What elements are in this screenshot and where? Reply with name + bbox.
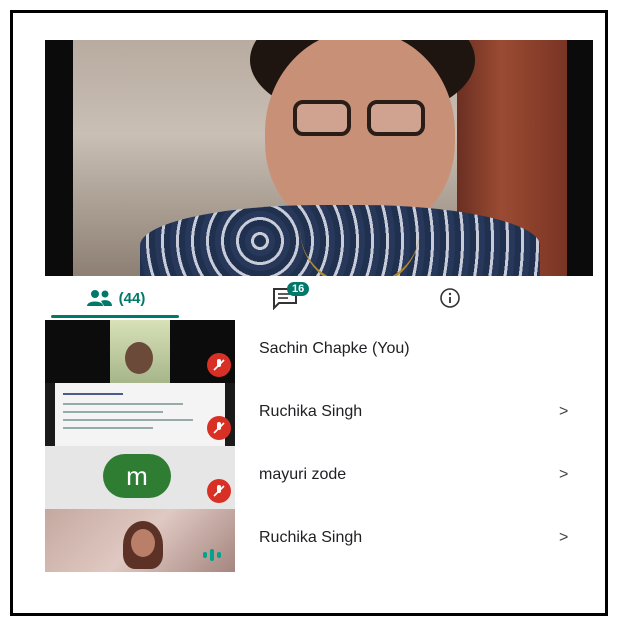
participant-video-thumbnail <box>45 509 235 572</box>
participant-name: Ruchika Singh <box>259 403 363 420</box>
audio-level-icon <box>199 548 225 562</box>
participant-name: Sachin Chapke (You) <box>259 340 410 357</box>
active-tab-indicator <box>51 315 179 318</box>
tab-info[interactable] <box>420 276 480 320</box>
tab-people[interactable]: (44) <box>45 276 185 320</box>
mic-off-icon <box>207 479 231 503</box>
mic-off-icon <box>207 416 231 440</box>
mic-off-icon <box>207 353 231 377</box>
chat-unread-badge: 16 <box>287 282 310 296</box>
main-video[interactable] <box>45 40 593 276</box>
participant-name: mayuri zode <box>259 466 347 483</box>
participant-video-thumbnail <box>45 320 235 383</box>
chevron-right-icon[interactable]: > <box>559 529 568 547</box>
participant-row[interactable]: Ruchika Singh > <box>45 383 593 446</box>
chevron-right-icon[interactable]: > <box>559 403 568 421</box>
chevron-right-icon[interactable]: > <box>559 466 568 484</box>
participant-name: Ruchika Singh <box>259 529 363 546</box>
participant-avatar-thumbnail: m <box>45 446 235 509</box>
letterbox-bars <box>45 40 593 276</box>
participant-list: Sachin Chapke (You) Ruchika Singh > m ma… <box>45 320 593 572</box>
tab-chat[interactable]: 16 <box>245 276 325 320</box>
participant-row[interactable]: Ruchika Singh > <box>45 509 593 572</box>
participant-screen-thumbnail <box>45 383 235 446</box>
info-icon <box>440 288 460 308</box>
people-icon <box>86 290 112 306</box>
participant-row[interactable]: Sachin Chapke (You) <box>45 320 593 383</box>
participant-row[interactable]: m mayuri zode > <box>45 446 593 509</box>
avatar: m <box>103 454 171 498</box>
people-count: (44) <box>118 289 146 307</box>
